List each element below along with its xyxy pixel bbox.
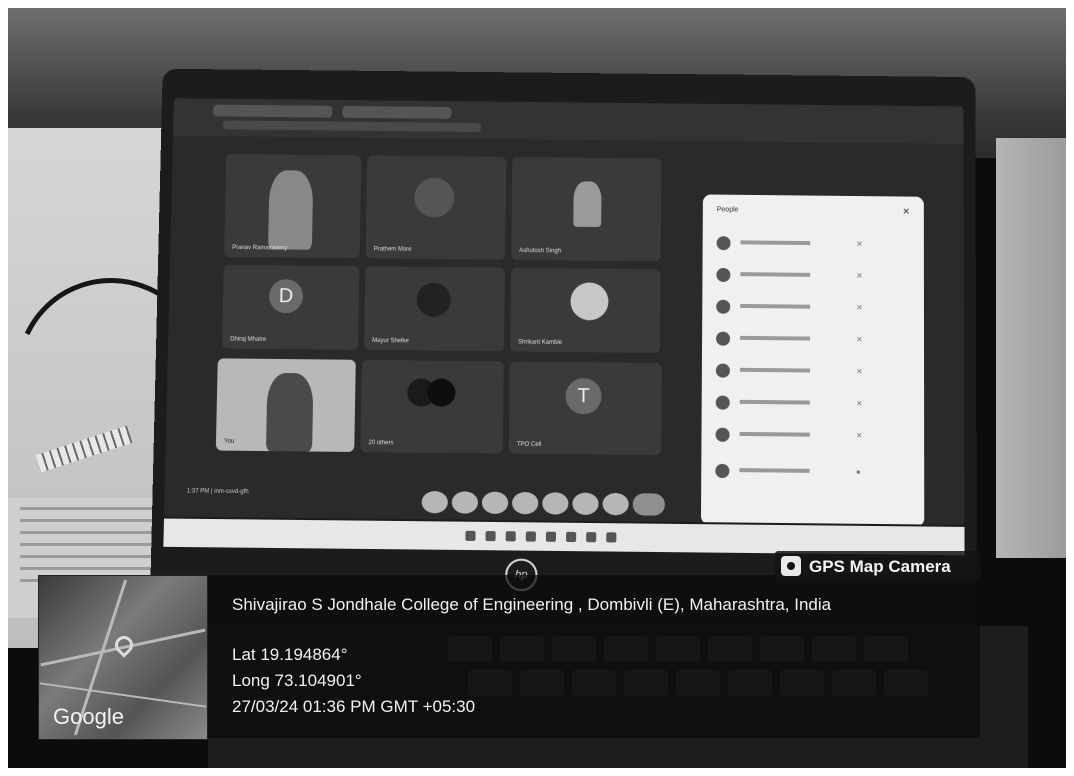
more-options-button [602, 492, 629, 516]
participant-avatar: T [565, 377, 602, 415]
participant-name [739, 431, 810, 437]
taskbar-icon [505, 531, 516, 542]
latitude: Lat 19.194864° [232, 645, 348, 664]
people-list-item: ✕ [716, 298, 912, 320]
people-panel: People ✕ ✕ ✕ ✕ ✕ ✕ ✕ ✕ ● [700, 194, 925, 525]
timestamp: 27/03/24 01:36 PM GMT +05:30 [232, 697, 476, 716]
participant-name: Shrikant Kamble [518, 339, 563, 346]
participant-name [739, 367, 810, 373]
mic-off-icon: ✕ [855, 431, 863, 441]
map-pin-icon [111, 632, 137, 658]
present-button [542, 492, 569, 515]
leave-call-button [632, 493, 665, 516]
mic-off-icon: ✕ [856, 335, 863, 345]
taskbar-icon [525, 531, 536, 542]
participant-name [740, 335, 811, 341]
participant-name: Ashutosh Singh [519, 247, 562, 255]
participant-avatar [716, 299, 731, 314]
close-icon[interactable]: ✕ [902, 206, 910, 217]
participant-tile: D Dhiraj Mhatre [222, 264, 360, 350]
reactions-button [511, 491, 539, 515]
participant-name: TPO Cell [516, 441, 542, 448]
map-attribution: Google [53, 704, 124, 729]
taskbar-icon [606, 532, 617, 543]
badge-label: GPS Map Camera [809, 557, 951, 576]
participant-avatar: D [268, 279, 304, 314]
people-list-item: ✕ [716, 266, 912, 288]
captions-button [481, 491, 509, 515]
longitude: Long 73.104901° [232, 671, 362, 690]
mic-off-icon: ✕ [856, 271, 863, 281]
gps-map-camera-badge: GPS Map Camera [775, 551, 981, 581]
participant-tile: Ashutosh Singh [511, 156, 662, 262]
participant-avatar [716, 236, 731, 251]
taskbar-icon [586, 532, 597, 543]
participant-tile: Prathem More [365, 155, 507, 260]
mic-icon: ● [855, 467, 861, 477]
laptop-screen: Pranav Ramaswamy Prathem More Ashutosh S… [164, 98, 965, 525]
participant-avatar [570, 282, 609, 321]
location-info-box: Shivajirao S Jondhale College of Enginee… [208, 575, 980, 738]
participant-name: 20 others [368, 440, 394, 447]
location-address: Shivajirao S Jondhale College of Enginee… [232, 595, 832, 614]
people-list-item: ✕ [716, 330, 912, 352]
people-list-item: ✕ [715, 426, 912, 448]
mic-off-icon: ✕ [856, 303, 863, 313]
participant-avatar [427, 378, 456, 407]
mic-off-icon: ✕ [856, 239, 863, 249]
participant-video [265, 372, 314, 452]
participant-avatar [715, 427, 730, 442]
meeting-clock: 1:37 PM | inm-sxvd-gfh [186, 488, 249, 496]
participant-name [740, 240, 811, 246]
camera-button [451, 491, 479, 514]
participant-avatar [715, 395, 730, 410]
participant-name [740, 272, 811, 277]
map-thumbnail: Google [38, 575, 208, 740]
people-list-item: ✕ [716, 234, 912, 256]
mic-off-icon: ✕ [855, 367, 863, 377]
people-panel-title: People [716, 206, 739, 214]
participant-video [268, 170, 314, 250]
taskbar-icon [545, 531, 557, 542]
camera-icon [781, 556, 801, 576]
os-taskbar [163, 518, 965, 556]
people-list-item: ✕ [715, 362, 912, 384]
raise-hand-button [572, 492, 599, 516]
participant-avatar [573, 181, 602, 228]
taskbar-icon [465, 530, 476, 541]
address-bar [222, 120, 482, 132]
participant-tile: Pranav Ramaswamy [224, 153, 362, 259]
participant-avatar [715, 363, 730, 378]
participant-name: Pranav Ramaswamy [232, 244, 288, 252]
mic-off-icon: ✕ [855, 399, 863, 409]
browser-tab [342, 105, 452, 119]
taskbar-icon [485, 530, 496, 542]
participant-name [740, 303, 811, 309]
participant-avatar [715, 463, 730, 479]
browser-chrome [173, 98, 964, 144]
participant-name: You [223, 438, 235, 445]
participant-tile: Shrikant Kamble [509, 267, 661, 353]
participant-name: Dhiraj Mhatre [230, 336, 267, 343]
participant-avatar [416, 282, 451, 317]
browser-tab [213, 104, 333, 118]
participant-name: Mayur Shelke [372, 337, 409, 345]
taskbar-icon [565, 531, 577, 543]
mic-button [421, 490, 448, 514]
participant-tile: You [215, 358, 356, 452]
participant-name [739, 468, 810, 473]
participant-avatar [716, 331, 731, 346]
participant-avatar [414, 177, 455, 218]
participant-tile: Mayur Shelke [363, 266, 506, 352]
photo: Pranav Ramaswamy Prathem More Ashutosh S… [8, 8, 1066, 768]
right-background [996, 138, 1066, 558]
participant-name [739, 399, 810, 405]
participant-name: Prathem More [373, 246, 412, 253]
people-list-item: ✕ [715, 394, 912, 416]
people-list-item: ● [715, 462, 912, 484]
participant-tile: 20 others [360, 359, 504, 454]
participant-tile: T TPO Cell [508, 361, 662, 456]
participant-avatar [716, 267, 731, 282]
